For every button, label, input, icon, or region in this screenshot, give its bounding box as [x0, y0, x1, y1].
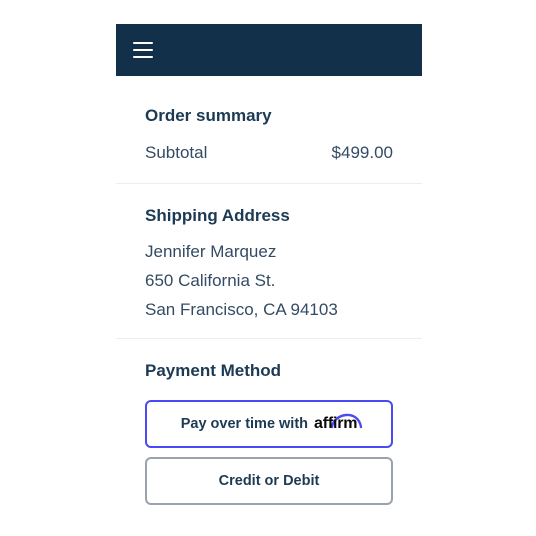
payment-method-title: Payment Method — [145, 361, 282, 380]
shipping-city-line: San Francisco, CA 94103 — [145, 300, 338, 319]
menu-line — [133, 49, 153, 51]
shipping-name: Jennifer Marquez — [145, 242, 277, 261]
affirm-button-label: Pay over time with — [180, 416, 309, 432]
payment-method-section: Payment Method Pay over time with affirm… — [116, 339, 422, 505]
card-button-label: Credit or Debit — [218, 473, 320, 489]
subtotal-label: Subtotal — [145, 143, 208, 162]
menu-line — [133, 56, 153, 58]
order-summary-title: Order summary — [145, 106, 272, 125]
order-summary-section: Order summary Subtotal $499.00 — [116, 76, 422, 183]
subtotal-row: Subtotal $499.00 — [145, 143, 393, 163]
checkout-screen: Order summary Subtotal $499.00 Shipping … — [116, 24, 422, 536]
affirm-logo: affirm — [314, 413, 363, 433]
menu-line — [133, 42, 153, 44]
top-navigation-bar — [116, 24, 422, 76]
shipping-address-title: Shipping Address — [145, 206, 290, 225]
affirm-logo-text: affirm — [314, 415, 358, 432]
shipping-address-section: Shipping Address Jennifer Marquez 650 Ca… — [116, 184, 422, 338]
credit-or-debit-button[interactable]: Credit or Debit — [145, 457, 393, 505]
subtotal-value: $499.00 — [331, 143, 393, 162]
shipping-street: 650 California St. — [145, 271, 276, 290]
hamburger-menu-icon[interactable] — [133, 42, 153, 58]
pay-with-affirm-button[interactable]: Pay over time with affirm — [145, 400, 393, 448]
